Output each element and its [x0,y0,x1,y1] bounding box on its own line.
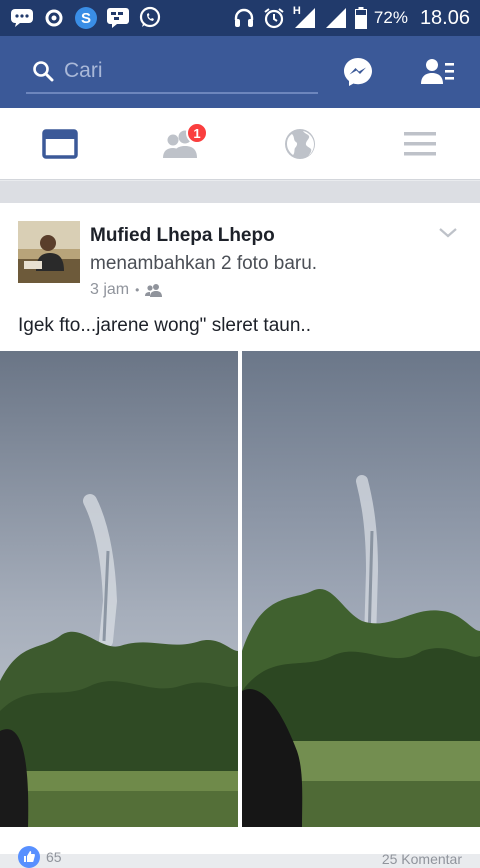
globe-icon [285,129,315,159]
chat-bubble-icon [10,7,34,29]
meta-separator: • [135,283,140,297]
post-photo-1[interactable] [0,351,238,827]
friends-list-button[interactable] [418,54,458,90]
battery-icon [354,7,368,29]
like-icon [18,846,40,868]
tab-menu[interactable] [360,108,480,180]
signal-icon [324,7,348,29]
whatsapp-icon [138,6,162,29]
contacts-icon [421,59,454,84]
tab-news-feed[interactable] [0,108,120,180]
like-count[interactable]: 65 [18,846,62,868]
app-header [0,36,480,108]
tab-friend-requests[interactable]: 1 [120,108,240,180]
battery-percent: 72% [373,8,408,27]
news-feed-icon [42,129,78,159]
bbm-icon [106,7,130,29]
comment-count[interactable]: 25 Komentar [382,851,462,867]
avatar[interactable] [18,221,80,283]
post-photo-2[interactable] [242,351,480,827]
tab-notifications[interactable] [240,108,360,180]
search-icon [32,60,54,82]
alarm-icon [262,7,286,29]
network-type-label: H [292,5,301,17]
friend-requests-badge: 1 [186,122,208,144]
feed-divider [0,181,480,203]
messenger-button[interactable] [338,54,378,90]
feed-post: Mufied Lhepa Lhepo menambahkan 2 foto ba… [0,203,480,868]
svg-text:S: S [81,10,91,27]
post-action: menambahkan 2 foto baru. [90,253,318,274]
search-input[interactable] [64,59,304,83]
friends-audience-icon [145,284,163,297]
search-bar[interactable] [26,50,318,94]
status-bar: S H 72% 18.06 [0,0,480,36]
signal-h-icon: H [292,5,318,29]
skype-icon: S [74,7,98,29]
post-author[interactable]: Mufied Lhepa Lhepo [90,225,275,247]
post-time[interactable]: 3 jam [90,281,129,299]
post-options-chevron-icon[interactable] [436,221,460,245]
post-text: Igek fto...jarene wong" sleret taun.. [18,315,311,336]
clock: 18.06 [419,6,470,29]
headset-icon [232,7,256,29]
post-meta: 3 jam • [90,281,163,299]
circle-dot-icon [42,7,66,29]
messenger-icon [344,58,372,86]
menu-icon [404,132,436,156]
nav-tabs: 1 [0,108,480,180]
post-stats: 65 25 Komentar [0,843,480,868]
